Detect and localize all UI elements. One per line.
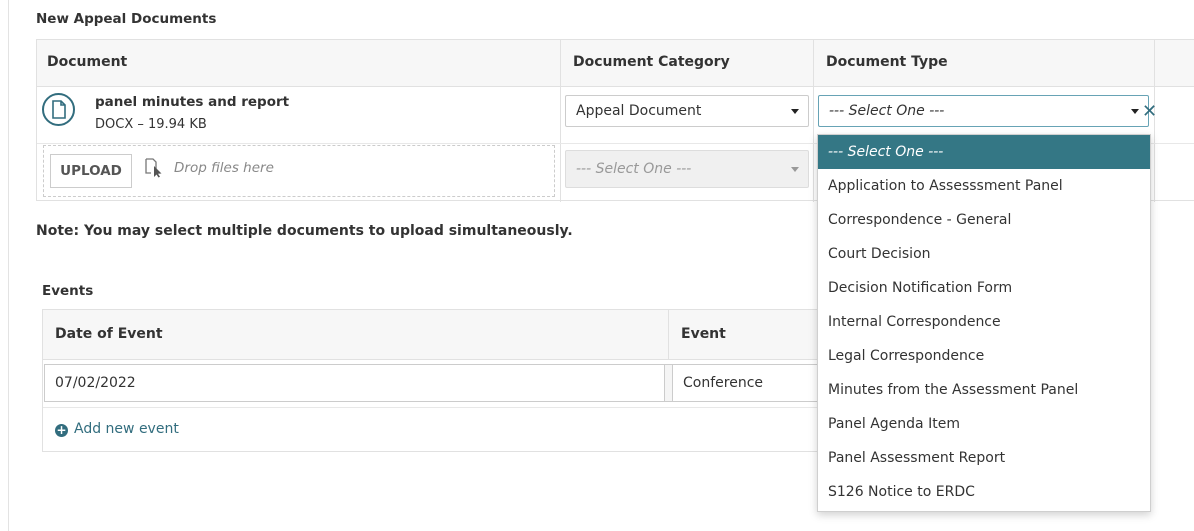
document-type-select[interactable]: --- Select One --- [818,95,1149,127]
chevron-down-icon [791,109,799,114]
column-divider [560,40,561,202]
document-category-value: Appeal Document [576,103,702,119]
drop-cursor-icon [145,158,163,182]
dropdown-option[interactable]: Panel Agenda Item [818,407,1150,441]
event-date-input[interactable]: 07/02/2022 [44,364,665,402]
column-header-document: Document [47,54,128,70]
dropdown-option[interactable]: Minutes from the Assessment Panel [818,373,1150,407]
event-name-value: Conference [683,375,764,391]
dropdown-option[interactable]: Correspondence - General [818,203,1150,237]
file-icon [42,93,75,126]
documents-section-title: New Appeal Documents [36,11,217,27]
dropdown-option[interactable]: S126 Notice to ERDC [818,475,1150,509]
document-category-select[interactable]: Appeal Document [565,95,809,127]
dropdown-option[interactable]: Application to Assesssment Panel [818,169,1150,203]
file-meta: DOCX – 19.94 KB [95,117,207,132]
new-document-category-select[interactable]: --- Select One --- [565,150,809,188]
events-section-title: Events [42,283,94,299]
upload-drop-zone[interactable]: UPLOAD Drop files here [43,145,555,197]
file-name: panel minutes and report [95,94,290,110]
dropdown-option[interactable]: Legal Correspondence [818,339,1150,373]
dropdown-option[interactable]: --- Select One --- [818,135,1150,169]
document-type-dropdown-list[interactable]: --- Select One --- Application to Assess… [817,134,1151,512]
column-header-event: Event [681,326,726,342]
new-document-category-value: --- Select One --- [576,161,692,177]
column-header-document-category: Document Category [573,54,730,70]
remove-document-close-icon[interactable]: ✕ [1142,103,1157,121]
column-divider [813,40,814,202]
dropdown-option[interactable]: Decision Notification Form [818,271,1150,305]
dropdown-option[interactable]: Court Decision [818,237,1150,271]
column-header-document-type: Document Type [826,54,948,70]
row-divider [43,407,832,408]
add-new-event-label: Add new event [74,421,179,437]
column-header-date-of-event: Date of Event [55,326,163,342]
upload-button[interactable]: UPLOAD [50,154,132,188]
dropdown-option[interactable]: Panel Assessment Report [818,441,1150,475]
dropdown-option[interactable]: Internal Correspondence [818,305,1150,339]
drop-files-text: Drop files here [174,160,274,176]
document-type-value: --- Select One --- [829,103,945,119]
chevron-down-icon [1131,109,1139,114]
events-table: Date of Event Event 07/02/2022 ▦ Confere… [42,309,842,452]
plus-circle-icon: + [55,423,68,437]
event-date-value: 07/02/2022 [55,375,136,391]
column-divider [668,310,669,360]
add-new-event-link[interactable]: + Add new event [55,421,179,437]
page-left-border [8,0,9,531]
upload-note: Note: You may select multiple documents … [36,223,573,239]
chevron-down-icon [791,167,799,172]
